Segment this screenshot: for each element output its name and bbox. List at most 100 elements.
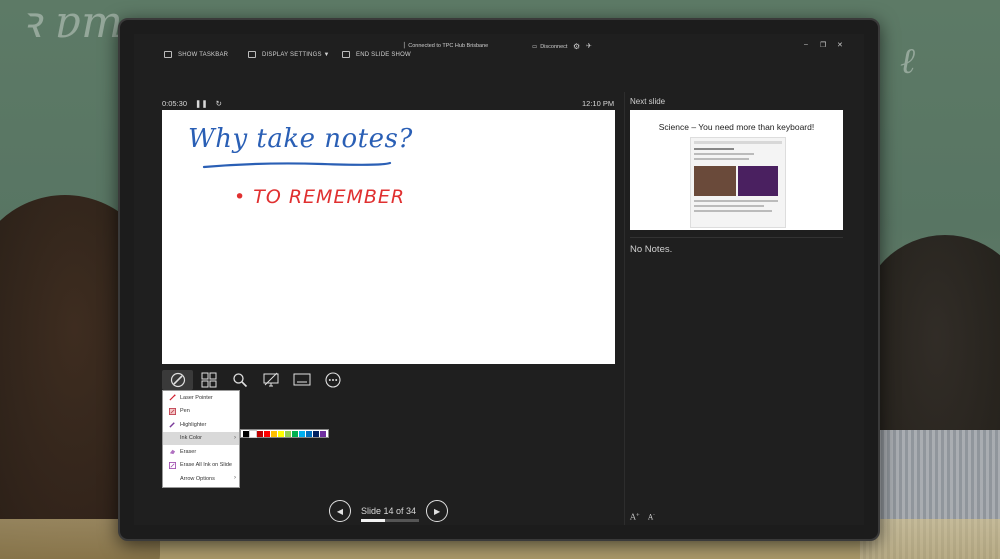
triangle-left-icon: ◀ <box>336 506 344 516</box>
slide-counter-text: Slide 14 of 34 <box>361 506 417 516</box>
menu-label: Pen <box>180 408 190 415</box>
screenshot-text-line <box>694 158 749 160</box>
chalkboard-writing: ℓ <box>900 41 915 82</box>
menu-label: Erase All Ink on Slide <box>180 462 232 469</box>
connection-status-text: Connected to TPC Hub Brisbane <box>408 43 489 49</box>
eraser-icon <box>169 450 176 455</box>
grid-icon <box>201 372 216 388</box>
end-show-icon <box>342 51 350 58</box>
menu-item-laser-pointer[interactable]: Laser Pointer <box>163 391 239 405</box>
increase-font-icon[interactable]: A+ <box>630 512 640 522</box>
disconnect-label: Disconnect <box>540 44 568 50</box>
menu-item-eraser[interactable]: Eraser <box>163 445 239 459</box>
show-taskbar-button[interactable]: SHOW TASKBAR <box>164 51 228 58</box>
display-icon <box>248 51 256 58</box>
next-slide-button[interactable]: ▶ <box>426 500 449 522</box>
menu-label: Laser Pointer <box>180 394 213 401</box>
restore-icon[interactable]: ❐ <box>820 41 826 49</box>
pane-divider <box>624 92 625 525</box>
browser-bar <box>694 141 782 144</box>
laser-pointer-icon <box>169 394 176 401</box>
ink-color-palette <box>240 429 329 438</box>
decrease-font-icon[interactable]: A- <box>648 512 655 521</box>
slide-navigation: ◀ Slide 14 of 34 ▶ <box>329 500 449 522</box>
elapsed-timer: 0:05:30 <box>162 99 188 108</box>
chalkboard-writing: ꝛ ɐm <box>20 0 123 48</box>
see-all-slides-button[interactable] <box>193 370 224 390</box>
triangle-right-icon: ▶ <box>433 506 441 516</box>
black-screen-button[interactable] <box>255 370 286 390</box>
pen-icon <box>169 407 176 415</box>
ink-color-swatch[interactable] <box>299 431 305 437</box>
menu-item-erase-all[interactable]: Erase All Ink on Slide <box>163 459 239 473</box>
highlighter-icon <box>169 422 175 428</box>
ink-color-swatch[interactable] <box>292 431 298 437</box>
magnifier-icon <box>232 373 247 388</box>
ink-color-swatch[interactable] <box>306 431 312 437</box>
next-slide-title: Science – You need more than keyboard! <box>658 122 815 132</box>
speaker-notes: No Notes. <box>630 244 673 255</box>
presenter-toolbar: SHOW TASKBAR DISPLAY SETTINGS ▼ END SLID… <box>134 34 864 72</box>
subtitles-button[interactable] <box>286 370 317 390</box>
ink-color-swatch[interactable] <box>320 431 326 437</box>
menu-label: Highlighter <box>180 421 207 428</box>
screenshot-photo <box>694 166 736 196</box>
show-taskbar-label: SHOW TASKBAR <box>178 51 229 58</box>
menu-item-highlighter[interactable]: Highlighter <box>163 418 239 432</box>
pen-menu: Laser Pointer Pen Highlighter Ink Color … <box>162 390 240 488</box>
screen-slash-icon <box>263 372 278 387</box>
end-slide-show-button[interactable]: END SLIDE SHOW <box>342 51 411 58</box>
menu-item-pen[interactable]: Pen <box>163 405 239 419</box>
gear-icon[interactable]: ⚙ <box>573 42 580 51</box>
menu-item-ink-color[interactable]: Ink Color › <box>163 431 239 445</box>
next-slide-preview[interactable]: Science – You need more than keyboard! <box>630 110 843 230</box>
ink-color-swatch[interactable] <box>271 431 277 437</box>
ink-color-swatch[interactable] <box>257 431 263 437</box>
menu-item-arrow-options[interactable]: Arrow Options › <box>163 472 239 486</box>
menu-label: Arrow Options <box>180 475 215 482</box>
ink-color-swatch[interactable] <box>249 430 257 438</box>
screenshot-text-line <box>694 210 772 212</box>
zoom-button[interactable] <box>224 370 255 390</box>
presenter-view: SHOW TASKBAR DISPLAY SETTINGS ▼ END SLID… <box>134 34 864 525</box>
ink-color-swatch[interactable] <box>278 431 284 437</box>
pin-icon[interactable]: ✈ <box>586 42 592 50</box>
slide-progress <box>361 519 419 522</box>
ink-color-swatch[interactable] <box>285 431 291 437</box>
ink-color-swatch[interactable] <box>264 431 270 437</box>
slide-progress-fill <box>361 519 385 522</box>
previous-slide-button[interactable]: ◀ <box>329 500 351 522</box>
ink-underline <box>202 161 392 169</box>
reset-timer-icon[interactable]: ↻ <box>216 99 222 108</box>
next-slide-label: Next slide <box>630 97 666 106</box>
timer-row: 0:05:30 ❚❚ ↻ <box>162 99 222 108</box>
pen-icon <box>170 372 185 388</box>
pause-icon[interactable]: ❚❚ <box>195 99 208 108</box>
screenshot-text-line <box>694 148 734 150</box>
minimize-icon[interactable]: – <box>804 41 808 48</box>
screenshot-text-line <box>694 153 754 155</box>
display-settings-button[interactable]: DISPLAY SETTINGS ▼ <box>248 51 330 58</box>
disconnect-button[interactable]: ▭ Disconnect <box>532 44 567 50</box>
pen-tool-button[interactable] <box>162 370 193 390</box>
more-icon <box>324 372 341 388</box>
ink-bullet: • TO REMEMBER <box>234 186 406 208</box>
tablet-device: SHOW TASKBAR DISPLAY SETTINGS ▼ END SLID… <box>118 18 880 541</box>
close-icon[interactable]: ✕ <box>837 41 843 49</box>
current-slide[interactable]: Why take notes? • TO REMEMBER <box>162 110 615 364</box>
more-options-button[interactable] <box>317 370 348 390</box>
display-settings-label: DISPLAY SETTINGS ▼ <box>262 51 330 58</box>
menu-label: Eraser <box>180 448 197 455</box>
screenshot-text-line <box>694 205 764 207</box>
erase-all-icon <box>169 461 176 469</box>
ink-color-swatch[interactable] <box>243 431 249 437</box>
ink-title: Why take notes? <box>188 124 413 154</box>
disconnect-icon: ▭ <box>532 44 538 50</box>
end-slide-show-label: END SLIDE SHOW <box>356 51 411 58</box>
next-slide-screenshot <box>690 137 786 228</box>
slide-tools <box>162 370 348 390</box>
notes-divider <box>630 237 843 238</box>
chevron-right-icon: › <box>234 475 236 481</box>
ink-color-swatch[interactable] <box>313 431 319 437</box>
current-time: 12:10 PM <box>582 99 615 108</box>
